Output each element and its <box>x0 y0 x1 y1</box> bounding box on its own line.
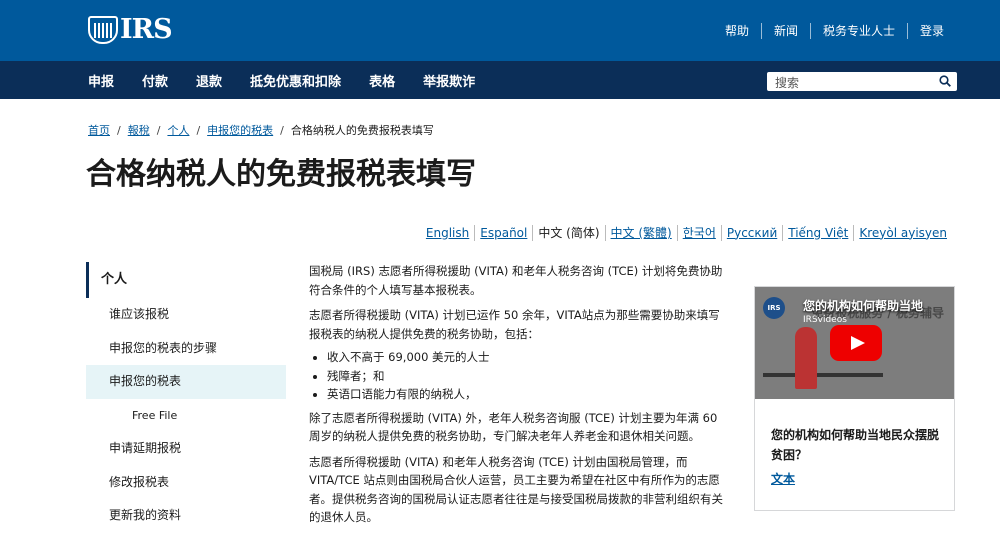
tax-pros-link[interactable]: 税务专业人士 <box>811 23 907 39</box>
help-link[interactable]: 帮助 <box>713 23 761 39</box>
eagle-icon <box>88 16 118 44</box>
lang-russian[interactable]: Русский <box>722 226 782 240</box>
breadcrumb-home[interactable]: 首页 <box>88 122 110 138</box>
nav-file[interactable]: 申报 <box>88 71 114 90</box>
lang-haitian-creole[interactable]: Kreyòl ayisyen <box>854 226 952 240</box>
sidebar-heading[interactable]: 个人 <box>86 262 286 298</box>
breadcrumb-individuals[interactable]: 个人 <box>167 122 189 138</box>
lang-korean[interactable]: 한국어 <box>678 224 721 241</box>
nav-credits-deductions[interactable]: 抵免优惠和扣除 <box>250 71 341 90</box>
list-item: 残障者；和 <box>327 367 731 386</box>
nav-report-fraud[interactable]: 举报欺诈 <box>423 71 475 90</box>
lang-vietnamese[interactable]: Tiếng Việt <box>783 226 853 240</box>
video-overlay-title: 您的机构如何帮助当地 <box>803 299 924 313</box>
main-content: 国税局 (IRS) 志愿者所得税援助 (VITA) 和老年人税务咨询 (TCE)… <box>309 262 731 534</box>
irs-logo[interactable]: IRS <box>88 14 173 45</box>
video-channel-name: IRSvideos <box>803 315 847 325</box>
sidebar-item-update-info[interactable]: 更新我的资料 <box>86 499 286 533</box>
breadcrumb-file-your-return[interactable]: 申报您的税表 <box>207 122 273 138</box>
sidebar-item-extension[interactable]: 申请延期报税 <box>86 432 286 466</box>
vita-paragraph: 志愿者所得税援助 (VITA) 计划已运作 50 余年，VITA站点为那些需要协… <box>309 308 720 341</box>
breadcrumb-separator: / <box>156 123 161 137</box>
presenter-figure <box>795 327 817 389</box>
news-link[interactable]: 新闻 <box>762 23 810 39</box>
search-icon[interactable] <box>939 75 951 87</box>
site-header: IRS 帮助 新闻 税务专业人士 登录 <box>0 0 1000 61</box>
language-selector: English Español 中文 (简体) 中文 (繁體) 한국어 Русс… <box>421 224 952 241</box>
breadcrumb-separator: / <box>196 123 201 137</box>
video-title: 您的机构如何帮助当地民众摆脱贫困？ <box>771 428 940 462</box>
breadcrumb-separator: / <box>280 123 284 137</box>
sidebar-item-amend[interactable]: 修改报税表 <box>86 466 286 500</box>
irs-video-badge: IRS <box>763 297 785 319</box>
list-item: 英语口语能力有限的纳税人， <box>327 385 731 404</box>
video-thumbnail[interactable]: 免费报税服务 / 税务辅导 IRS 您的机构如何帮助当地 IRSvideos <box>755 287 954 399</box>
search-input[interactable] <box>767 73 927 93</box>
sidebar-item-who-should-file[interactable]: 谁应该报税 <box>86 298 286 332</box>
page-title: 合格纳税人的免费报税表填写 <box>86 157 476 192</box>
management-paragraph: 志愿者所得税援助 (VITA) 和老年人税务咨询 (TCE) 计划由国税局管理，… <box>309 454 723 525</box>
breadcrumb: 首页 / 報稅 / 个人 / 申报您的税表 / 合格纳税人的免费报税表填写 <box>88 122 434 138</box>
breadcrumb-file[interactable]: 報稅 <box>128 122 150 138</box>
lang-english[interactable]: English <box>421 226 474 240</box>
main-nav: 申报 付款 退款 抵免优惠和扣除 表格 举报欺诈 <box>0 61 1000 99</box>
breadcrumb-current: 合格纳税人的免费报税表填写 <box>290 124 434 137</box>
lang-spanish[interactable]: Español <box>475 226 532 240</box>
lang-chinese-traditional[interactable]: 中文 (繁體) <box>606 224 677 241</box>
transcript-link[interactable]: 文本 <box>771 470 795 487</box>
sidebar-nav: 个人 谁应该报税 申报您的税表的步骤 申报您的税表 Free File 申请延期… <box>86 262 286 533</box>
play-icon[interactable] <box>830 325 882 361</box>
sidebar-item-file-your-return[interactable]: 申报您的税表 <box>86 365 286 399</box>
breadcrumb-separator: / <box>117 123 121 137</box>
nav-forms[interactable]: 表格 <box>369 71 395 90</box>
nav-refunds[interactable]: 退款 <box>196 71 222 90</box>
sidebar-item-steps[interactable]: 申报您的税表的步骤 <box>86 332 286 366</box>
tce-paragraph: 除了志愿者所得税援助 (VITA) 外，老年人税务咨询服 (TCE) 计划主要为… <box>309 410 718 444</box>
desk-shape <box>763 373 883 377</box>
search-box <box>767 72 957 93</box>
login-link[interactable]: 登录 <box>908 23 956 39</box>
list-item: 收入不高于 69,000 美元的人士 <box>327 348 731 367</box>
eligibility-list: 收入不高于 69,000 美元的人士 残障者；和 英语口语能力有限的纳税人， <box>327 348 731 404</box>
logo-text: IRS <box>120 14 173 45</box>
nav-pay[interactable]: 付款 <box>142 71 168 90</box>
lang-chinese-simplified: 中文 (简体) <box>538 226 600 240</box>
utility-nav: 帮助 新闻 税务专业人士 登录 <box>713 0 956 61</box>
sidebar-item-free-file[interactable]: Free File <box>86 399 286 433</box>
intro-paragraph: 国税局 (IRS) 志愿者所得税援助 (VITA) 和老年人税务咨询 (TCE)… <box>309 264 723 297</box>
video-card: 免费报税服务 / 税务辅导 IRS 您的机构如何帮助当地 IRSvideos 您… <box>754 286 955 511</box>
